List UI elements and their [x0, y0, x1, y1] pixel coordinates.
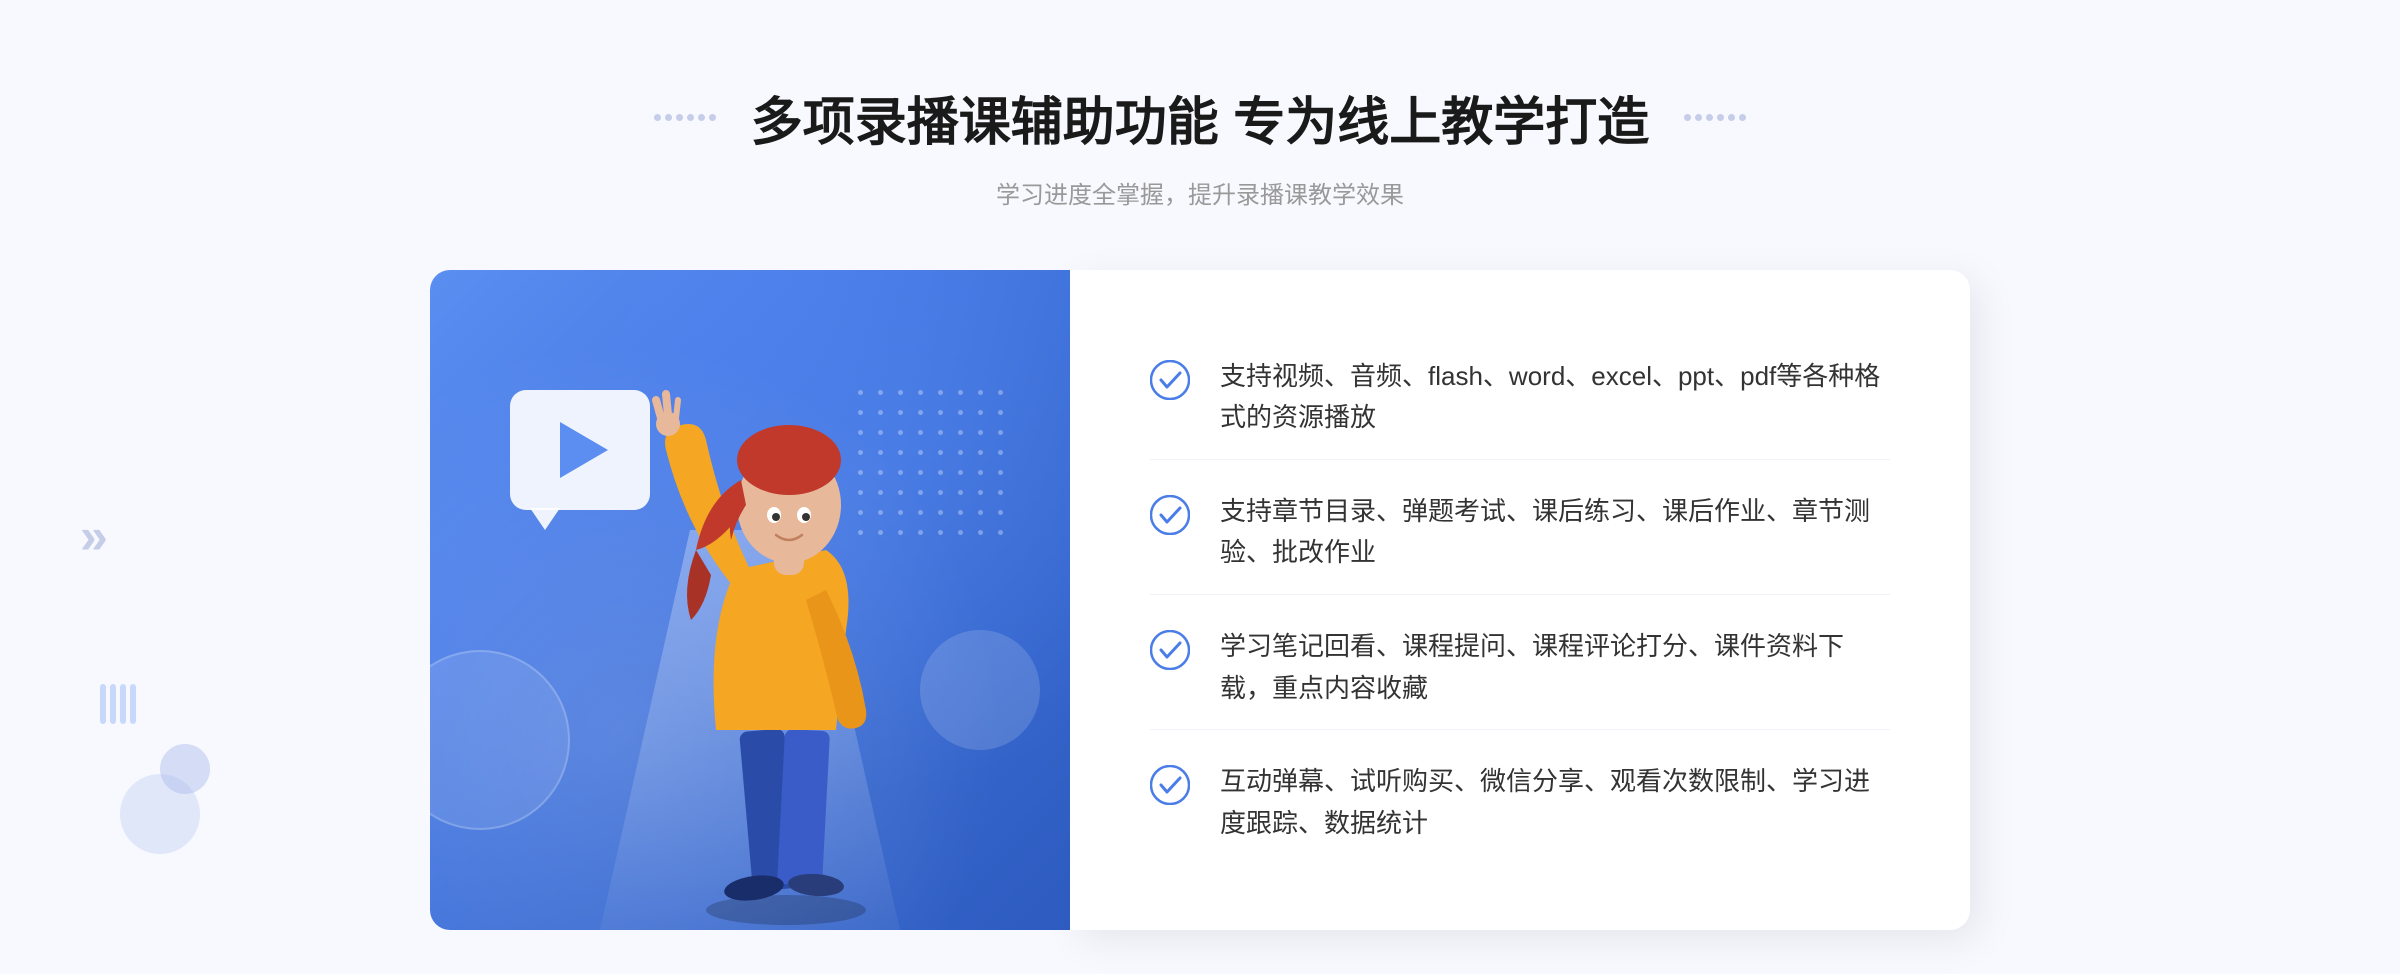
deco-dot: [1684, 114, 1691, 121]
deco-dot: [687, 114, 694, 121]
page-container: 多项录播课辅助功能 专为线上教学打造 学习进度全掌握，提升录播课教学效果: [0, 0, 2400, 974]
header-deco-right: [1684, 114, 1746, 121]
title-text: 多项录播课辅助功能 专为线上教学打造: [751, 80, 1649, 155]
feature-item-4: 互动弹幕、试听购买、微信分享、观看次数限制、学习进度跟踪、数据统计: [1150, 741, 1890, 864]
check-icon-4: [1150, 765, 1190, 805]
deco-dot: [1739, 114, 1746, 121]
feature-text-1: 支持视频、音频、flash、word、excel、ppt、pdf等各种格式的资源…: [1220, 356, 1890, 439]
deco-dot: [1717, 114, 1724, 121]
main-content: 支持视频、音频、flash、word、excel、ppt、pdf等各种格式的资源…: [400, 270, 2000, 930]
check-icon-3: [1150, 630, 1190, 670]
feature-text-3: 学习笔记回看、课程提问、课程评论打分、课件资料下载，重点内容收藏: [1220, 626, 1890, 709]
header-deco-left: [654, 114, 716, 121]
deco-dot: [1695, 114, 1702, 121]
deco-circle-1: [430, 650, 570, 830]
content-card: 支持视频、音频、flash、word、excel、ppt、pdf等各种格式的资源…: [1070, 270, 1970, 930]
check-icon-2: [1150, 495, 1190, 535]
feature-item-2: 支持章节目录、弹题考试、课后练习、课后作业、章节测验、批改作业: [1150, 471, 1890, 595]
feature-text-4: 互动弹幕、试听购买、微信分享、观看次数限制、学习进度跟踪、数据统计: [1220, 761, 1890, 844]
illustration-card: [430, 270, 1070, 930]
feature-item-1: 支持视频、音频、flash、word、excel、ppt、pdf等各种格式的资源…: [1150, 336, 1890, 460]
header-section: 多项录播课辅助功能 专为线上教学打造 学习进度全掌握，提升录播课教学效果: [654, 0, 1746, 210]
check-icon-1: [1150, 360, 1190, 400]
deco-dot: [676, 114, 683, 121]
deco-dot: [709, 114, 716, 121]
deco-dot: [654, 114, 661, 121]
play-triangle-icon: [560, 422, 608, 478]
person-illustration: [606, 350, 966, 930]
deco-circle-small-2: [160, 744, 210, 794]
feature-item-3: 学习笔记回看、课程提问、课程评论打分、课件资料下载，重点内容收藏: [1150, 606, 1890, 730]
stripes-decoration: [100, 684, 136, 724]
left-chevrons-decoration: »: [80, 511, 108, 561]
page-title: 多项录播课辅助功能 专为线上教学打造: [654, 80, 1746, 155]
deco-dot: [1706, 114, 1713, 121]
deco-dot: [1728, 114, 1735, 121]
page-subtitle: 学习进度全掌握，提升录播课教学效果: [654, 175, 1746, 210]
deco-dot: [665, 114, 672, 121]
deco-dot: [698, 114, 705, 121]
feature-text-2: 支持章节目录、弹题考试、课后练习、课后作业、章节测验、批改作业: [1220, 491, 1890, 574]
